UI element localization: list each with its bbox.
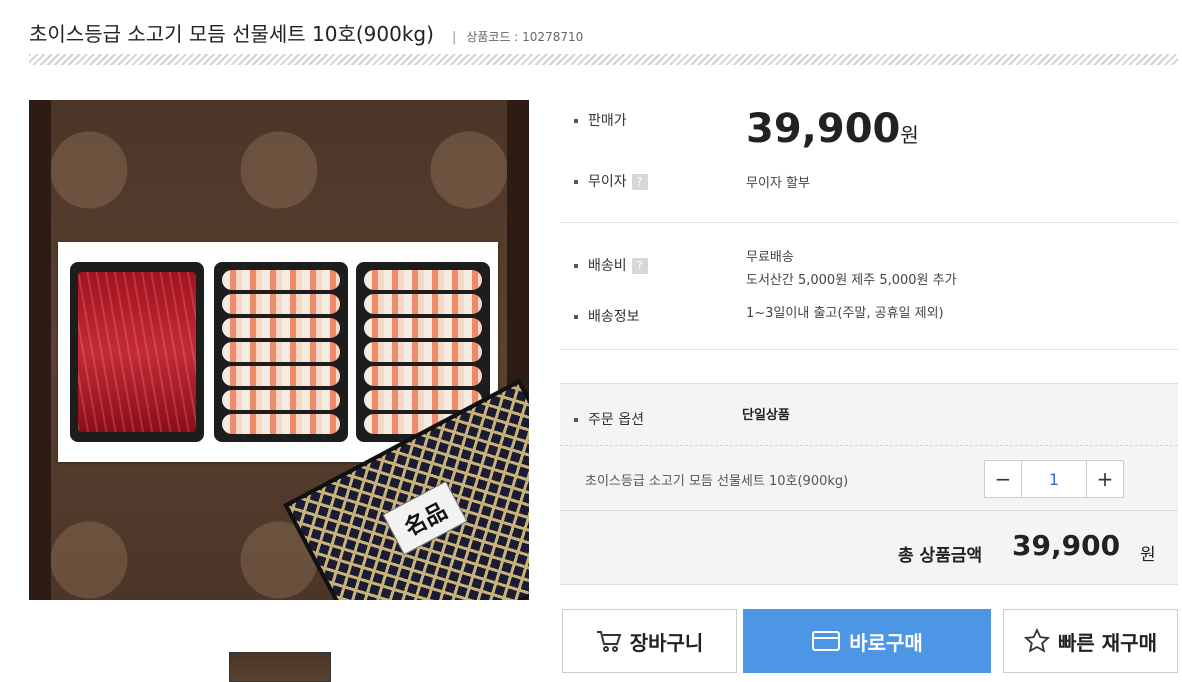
interest-free-value: 무이자 할부 xyxy=(746,176,810,191)
total-price-label: 총 상품금액 xyxy=(898,546,983,566)
shipping-fee-line2: 도서산간 5,000원 제주 5,000원 추가 xyxy=(746,273,957,288)
product-header: 초이스등급 소고기 모듬 선물세트 10호(900kg) | 상품코드 : 10… xyxy=(29,18,583,47)
tray-flat-cut xyxy=(70,262,204,442)
cart-button-label: 장바구니 xyxy=(629,630,704,655)
total-price-value: 39,900 xyxy=(1012,529,1121,562)
divider xyxy=(560,349,1178,350)
quick-reorder-button[interactable]: 빠른 재구매 xyxy=(1003,609,1178,673)
tray-rolled-slices xyxy=(214,262,348,442)
card-icon xyxy=(811,630,841,652)
header-divider xyxy=(29,54,1178,65)
order-option-label: 주문 옵션 xyxy=(574,409,644,429)
product-thumbnail[interactable] xyxy=(229,652,331,682)
quantity-input[interactable]: 1 xyxy=(1021,461,1087,497)
shipping-info-label: 배송정보 xyxy=(574,306,640,326)
separator: | xyxy=(451,30,457,45)
shipping-info-value: 1~3일이내 출고(주말, 공휴일 제외) xyxy=(746,306,944,321)
buy-now-button-label: 바로구매 xyxy=(849,630,923,655)
product-image: 名品 xyxy=(29,100,529,600)
divider xyxy=(560,510,1178,511)
image-border-left xyxy=(29,100,51,600)
order-option-value: 단일상품 xyxy=(742,408,790,423)
shipping-fee-line1: 무료배송 xyxy=(746,250,794,265)
product-title: 초이스등급 소고기 모듬 선물세트 10호(900kg) xyxy=(29,22,434,46)
help-icon[interactable]: ? xyxy=(631,258,648,274)
quantity-plus-button[interactable]: + xyxy=(1087,461,1123,497)
divider xyxy=(560,222,1178,223)
buy-now-button[interactable]: 바로구매 xyxy=(743,609,991,673)
total-price-unit: 원 xyxy=(1140,545,1156,565)
price-label: 판매가 xyxy=(574,110,627,130)
star-icon xyxy=(1024,628,1051,654)
quantity-minus-button[interactable]: − xyxy=(985,461,1021,497)
divider xyxy=(560,445,1178,446)
purchase-actions: 장바구니 바로구매 빠른 재구매 xyxy=(562,609,1178,673)
help-icon[interactable]: ? xyxy=(631,174,648,190)
selected-item-name: 초이스등급 소고기 모듬 선물세트 10호(900kg) xyxy=(585,474,849,489)
quick-reorder-button-label: 빠른 재구매 xyxy=(1058,630,1157,655)
cart-icon xyxy=(596,629,622,653)
product-code: 상품코드 : 10278710 xyxy=(466,30,584,44)
shipping-fee-label: 배송비? xyxy=(574,255,648,275)
price-value: 39,900원 xyxy=(746,106,919,152)
interest-free-label: 무이자? xyxy=(574,171,648,191)
quantity-stepper[interactable]: − 1 + xyxy=(984,460,1124,498)
order-options: 주문 옵션 단일상품 초이스등급 소고기 모듬 선물세트 10호(900kg) … xyxy=(560,383,1178,585)
cart-button[interactable]: 장바구니 xyxy=(562,609,737,673)
